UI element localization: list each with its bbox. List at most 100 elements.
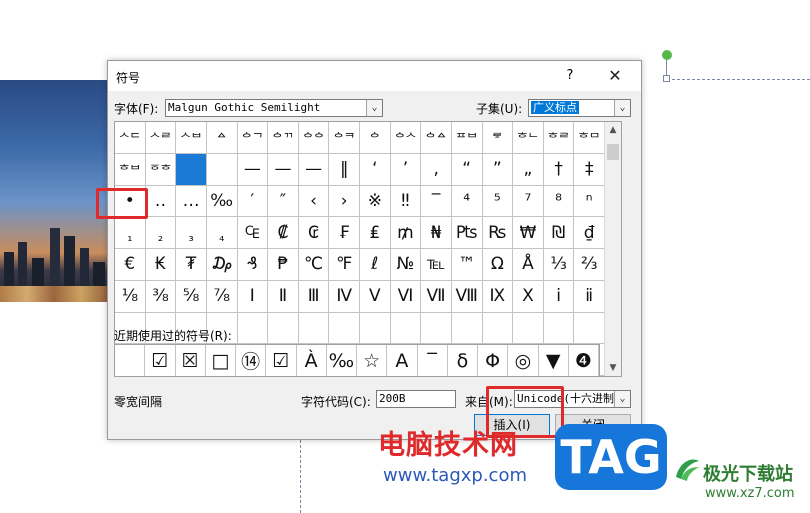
symbol-cell[interactable]: ᄑᄇ bbox=[451, 122, 483, 154]
symbol-cell[interactable]: ’ bbox=[390, 153, 422, 186]
chevron-down-icon[interactable]: ⌄ bbox=[614, 391, 630, 407]
symbol-cell[interactable]: ℓ bbox=[360, 249, 391, 281]
symbol-cell[interactable]: ⅜ bbox=[145, 280, 177, 313]
symbol-cell[interactable]: ‾ bbox=[421, 185, 452, 218]
symbol-cell[interactable]: ᅌᄉ bbox=[390, 122, 422, 154]
recent-symbol-cell[interactable]: ☑ bbox=[145, 345, 176, 376]
symbol-cell[interactable]: “ bbox=[451, 153, 483, 186]
symbol-cell[interactable]: ⁴ bbox=[451, 185, 483, 218]
symbol-cell[interactable]: ⅱ bbox=[574, 280, 605, 313]
symbol-cell[interactable]: ₣ bbox=[329, 217, 360, 249]
scroll-down-icon[interactable]: ▼ bbox=[605, 360, 621, 376]
symbol-cell[interactable]: ₡ bbox=[268, 217, 299, 249]
help-button[interactable]: ? bbox=[560, 66, 580, 86]
recent-symbol-cell[interactable] bbox=[115, 345, 146, 376]
recent-symbol-cell[interactable]: ☑ bbox=[266, 345, 297, 376]
symbol-cell[interactable] bbox=[329, 312, 360, 345]
recent-symbol-cell[interactable]: δ bbox=[448, 345, 478, 376]
font-select[interactable]: Malgun Gothic Semilight ⌄ bbox=[165, 99, 383, 117]
rotation-handle[interactable] bbox=[662, 50, 672, 60]
symbol-cell[interactable]: ᅌᄁ bbox=[268, 122, 299, 154]
symbol-cell[interactable]: ‚ bbox=[421, 153, 452, 186]
recent-symbol-cell[interactable]: ❹ bbox=[569, 345, 599, 376]
symbol-cell[interactable]: ₁ bbox=[115, 217, 146, 249]
symbol-cell[interactable]: ‼ bbox=[390, 185, 422, 218]
symbol-cell[interactable]: ᅌᄏ bbox=[329, 122, 360, 154]
symbol-cell[interactable] bbox=[206, 153, 238, 186]
symbol-cell[interactable]: ₄ bbox=[206, 217, 238, 249]
symbol-cell[interactable]: ⅞ bbox=[206, 280, 238, 313]
symbol-cell[interactable]: ℃ bbox=[298, 249, 330, 281]
symbol-cell[interactable]: ‖ bbox=[329, 153, 360, 186]
symbol-cell[interactable]: Ⅰ bbox=[237, 280, 269, 313]
recent-symbol-cell[interactable]: ◎ bbox=[508, 345, 539, 376]
symbol-cell[interactable]: ⁸ bbox=[543, 185, 575, 218]
symbol-cell[interactable]: › bbox=[329, 185, 360, 218]
symbol-cell[interactable]: ᄒᄂ bbox=[513, 122, 544, 154]
symbol-cell[interactable]: † bbox=[543, 153, 575, 186]
symbol-cell[interactable]: ₤ bbox=[360, 217, 391, 249]
symbol-cell[interactable]: ” bbox=[482, 153, 514, 186]
symbol-cell[interactable]: ⅔ bbox=[574, 249, 605, 281]
symbol-cell[interactable] bbox=[268, 312, 299, 345]
symbol-cell[interactable]: Ⅵ bbox=[390, 280, 422, 313]
symbol-cell[interactable]: — bbox=[298, 153, 330, 186]
recent-symbol-cell[interactable]: À bbox=[297, 345, 327, 376]
symbol-cell[interactable]: ⁷ bbox=[513, 185, 544, 218]
symbol-cell[interactable] bbox=[298, 312, 330, 345]
symbol-cell[interactable] bbox=[513, 312, 544, 345]
symbol-cell[interactable]: ₩ bbox=[513, 217, 544, 249]
symbol-cell[interactable]: ₰ bbox=[237, 249, 269, 281]
symbol-cell[interactable]: ₃ bbox=[176, 217, 207, 249]
symbol-cell[interactable]: ₭ bbox=[145, 249, 177, 281]
symbol-cell[interactable]: „ bbox=[513, 153, 544, 186]
selection-handle-top[interactable] bbox=[663, 75, 670, 82]
symbol-cell[interactable]: ⅛ bbox=[115, 280, 146, 313]
symbol-cell[interactable]: Ⅸ bbox=[482, 280, 514, 313]
scroll-up-icon[interactable]: ▲ bbox=[605, 122, 621, 138]
chevron-down-icon[interactable]: ⌄ bbox=[614, 100, 630, 116]
symbol-cell[interactable]: ₦ bbox=[421, 217, 452, 249]
symbol-cell[interactable]: Ⅴ bbox=[360, 280, 391, 313]
recent-symbol-cell[interactable]: ‾ bbox=[418, 345, 448, 376]
symbol-cell[interactable]: ₫ bbox=[574, 217, 605, 249]
symbol-cell[interactable]: ⁿ bbox=[574, 185, 605, 218]
chevron-down-icon[interactable]: ⌄ bbox=[366, 100, 382, 116]
symbol-cell[interactable]: ₂ bbox=[145, 217, 177, 249]
symbol-cell[interactable]: ℡ bbox=[421, 249, 452, 281]
scroll-thumb[interactable] bbox=[607, 144, 619, 160]
close-button[interactable]: ✕ bbox=[603, 66, 627, 86]
symbol-cell[interactable]: ₢ bbox=[298, 217, 330, 249]
symbol-cell[interactable]: Ⅶ bbox=[421, 280, 452, 313]
symbol-cell[interactable]: ₪ bbox=[543, 217, 575, 249]
slide-image[interactable] bbox=[0, 80, 108, 302]
symbol-cell[interactable]: ᄒᄅ bbox=[543, 122, 575, 154]
recent-symbol-cell[interactable]: ⑭ bbox=[236, 345, 267, 376]
recent-symbol-cell[interactable]: □ bbox=[206, 345, 236, 376]
symbol-cell[interactable]: € bbox=[115, 249, 146, 281]
symbol-cell[interactable]: ᅀ bbox=[206, 122, 238, 154]
symbol-cell[interactable]: ᅌᅌ bbox=[298, 122, 330, 154]
symbol-cell[interactable] bbox=[421, 312, 452, 345]
symbol-cell[interactable] bbox=[574, 312, 605, 345]
symbol-cell[interactable]: ᅌᅀ bbox=[421, 122, 452, 154]
symbol-cell[interactable]: Ⅲ bbox=[298, 280, 330, 313]
symbol-cell[interactable] bbox=[390, 312, 422, 345]
recent-symbol-cell[interactable]: ☒ bbox=[176, 345, 206, 376]
symbol-cell[interactable]: Ⅱ bbox=[268, 280, 299, 313]
symbol-cell[interactable]: ‰ bbox=[206, 185, 238, 218]
symbol-cell[interactable]: ⅓ bbox=[543, 249, 575, 281]
subset-select[interactable]: 广义标点 ⌄ bbox=[528, 99, 631, 117]
symbol-cell[interactable]: ᅌᄀ bbox=[237, 122, 269, 154]
recent-symbols[interactable]: ☑ ☒ □ ⑭ ☑ À ‰ ☆ A ‾ δ Φ ◎ ▼ ❹ bbox=[114, 344, 600, 377]
symbol-cell[interactable]: Ω bbox=[482, 249, 514, 281]
symbol-cell[interactable]: — bbox=[268, 153, 299, 186]
symbol-cell[interactable]: ⅝ bbox=[176, 280, 207, 313]
symbol-cell[interactable]: ‡ bbox=[574, 153, 605, 186]
symbol-cell[interactable]: ᄉᄅ bbox=[145, 122, 177, 154]
symbol-cell[interactable]: ᅌ bbox=[360, 122, 391, 154]
symbol-cell[interactable]: ᄒᄆ bbox=[574, 122, 605, 154]
symbol-cell[interactable]: ᅙᄒ bbox=[145, 153, 177, 186]
symbol-cell[interactable]: … bbox=[176, 185, 207, 218]
symbol-cell[interactable]: Ⅹ bbox=[513, 280, 544, 313]
